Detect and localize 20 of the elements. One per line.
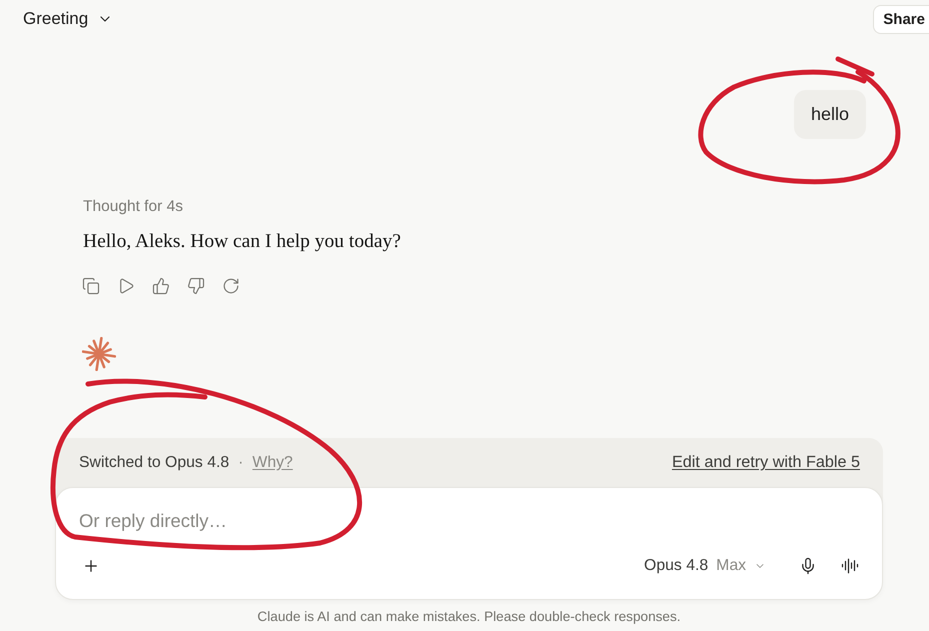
thumbs-down-icon	[187, 277, 205, 295]
separator: ·	[238, 454, 244, 472]
chat-title-button[interactable]: Greeting	[21, 8, 116, 30]
plus-icon	[82, 557, 100, 575]
user-message: hello	[794, 90, 866, 139]
thinking-status: Thought for 4s	[83, 197, 183, 217]
sparkle-icon	[82, 337, 116, 371]
play-icon	[117, 277, 135, 295]
model-selector[interactable]: Opus 4.8 Max	[644, 553, 766, 579]
thumbs-up-icon	[152, 277, 170, 295]
disclaimer-text: Claude is AI and can make mistakes. Please double-check responses.	[257, 609, 681, 624]
waveform-icon	[841, 557, 859, 575]
assistant-message: Hello, Aleks. How can I help you today?	[83, 230, 401, 254]
notice-text: Switched to Opus 4.8	[79, 454, 230, 472]
retry-icon	[222, 277, 240, 295]
edit-retry-link[interactable]: Edit and retry with Fable 5	[672, 453, 860, 472]
copy-icon	[82, 277, 100, 295]
message-input[interactable]: Or reply directly…	[79, 509, 858, 533]
share-button[interactable]: Share	[873, 5, 929, 34]
microphone-icon	[799, 557, 817, 575]
